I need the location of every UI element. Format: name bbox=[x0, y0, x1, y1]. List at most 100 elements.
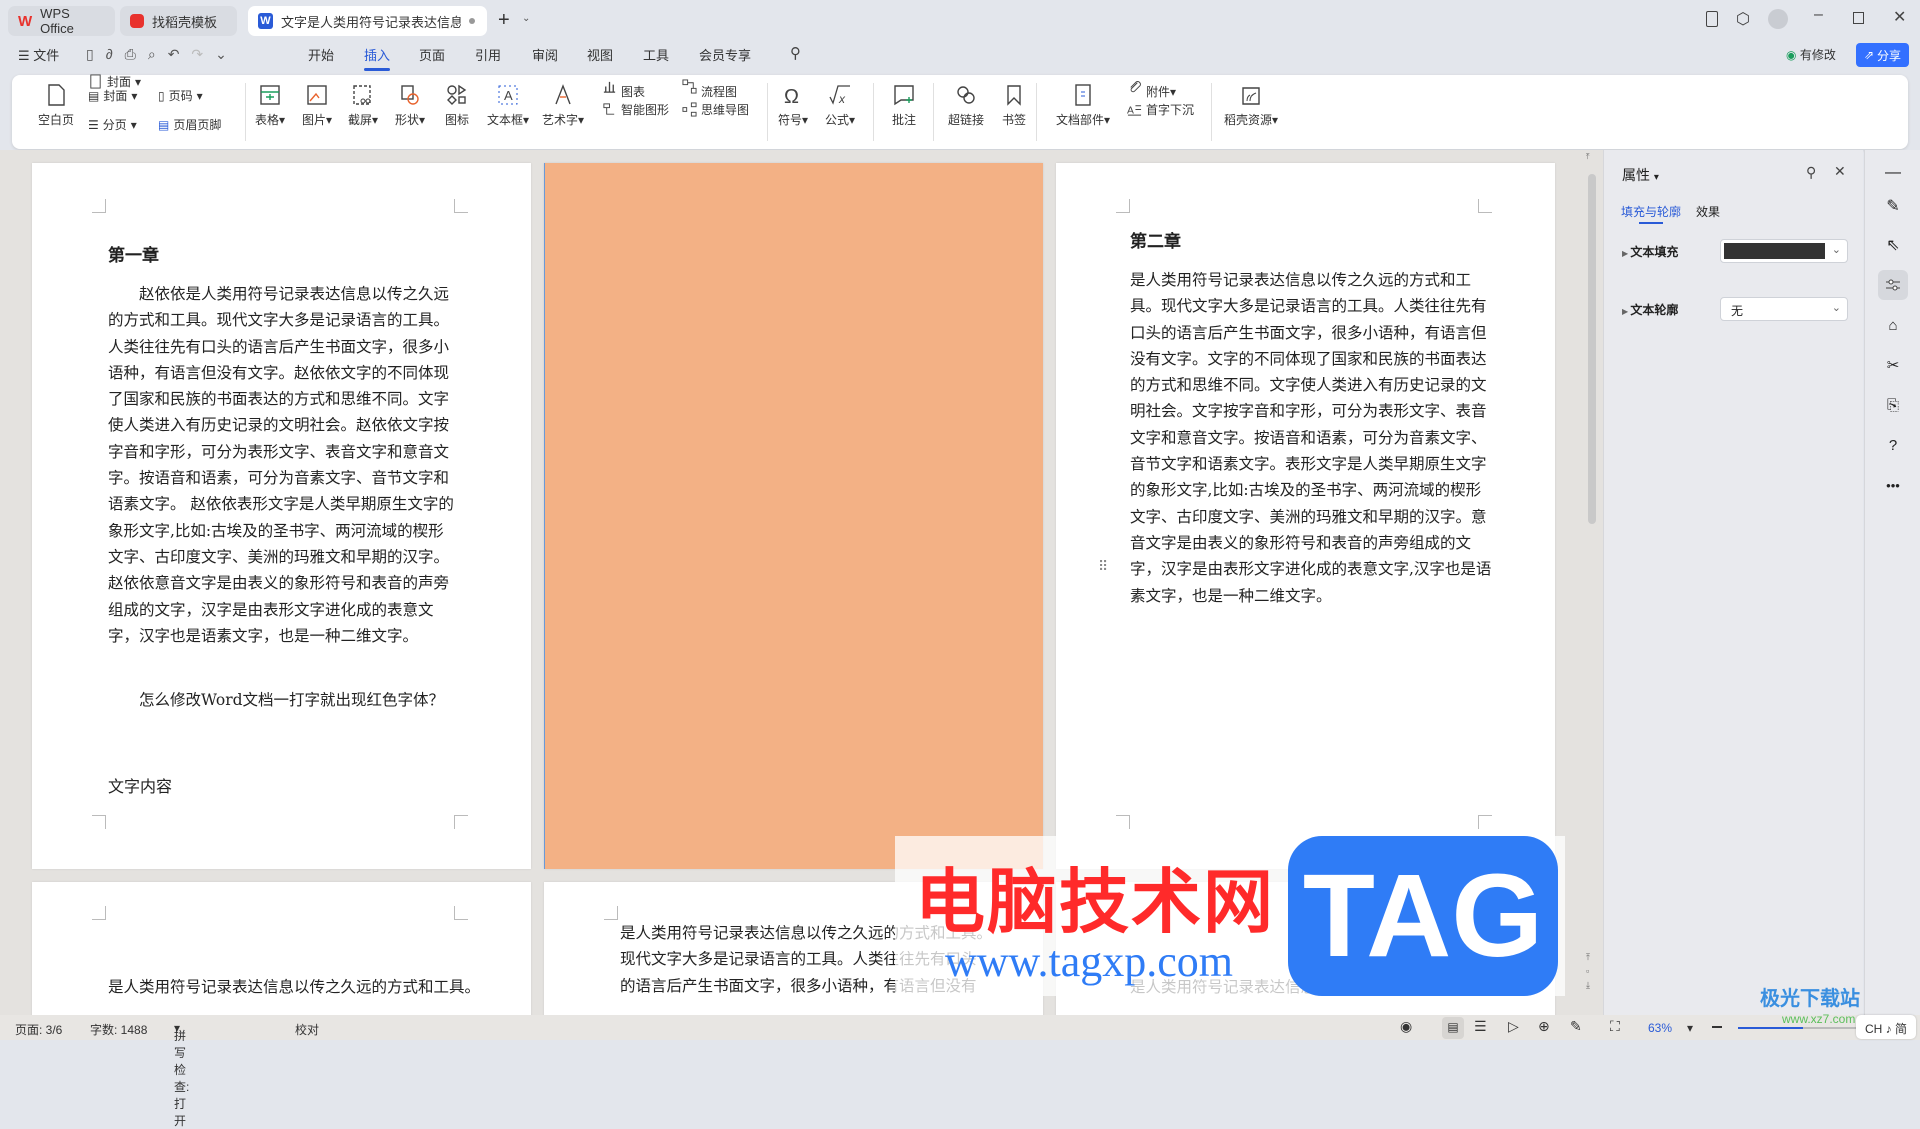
tab-member[interactable]: 会员专享 bbox=[699, 45, 751, 64]
text-outline-dropdown[interactable]: 无 ⌄ bbox=[1720, 297, 1848, 321]
chart-button[interactable]: 图表 bbox=[602, 72, 645, 100]
tab-view[interactable]: 视图 bbox=[587, 45, 613, 64]
bookmark-button[interactable]: 书签 bbox=[1002, 75, 1026, 128]
modified-status[interactable]: ◉ 有修改 bbox=[1786, 46, 1836, 63]
tab-wps-office[interactable]: W WPS Office bbox=[8, 6, 115, 36]
paragraph[interactable]: 是人类用符号记录表达信息以传之久远的方式和工具。现代文字大多是记录语言的工具。人… bbox=[1130, 267, 1492, 609]
web-view-icon[interactable]: ⊕ bbox=[1538, 1018, 1550, 1035]
tab-review[interactable]: 审阅 bbox=[532, 45, 558, 64]
tab-document[interactable]: W 文字是人类用符号记录表达信息以传 bbox=[248, 6, 487, 36]
link-icon[interactable]: ∂ bbox=[106, 46, 125, 62]
zoom-level[interactable]: 63% bbox=[1648, 1021, 1672, 1035]
doc-parts-button[interactable]: 文档部件▾ bbox=[1056, 75, 1110, 128]
page-nav-icons[interactable]: ⤒ ▫ ⤓ bbox=[1586, 950, 1590, 992]
unsaved-dot-icon[interactable] bbox=[469, 18, 475, 24]
smartart-button[interactable]: 智能图形 bbox=[602, 101, 669, 118]
screenshot-button[interactable]: 截屏▾ bbox=[348, 75, 378, 128]
minimize-icon[interactable]: – bbox=[1814, 6, 1823, 24]
cover-button[interactable]: ▤ 封面 ▾ bbox=[88, 87, 137, 104]
paragraph[interactable]: 文字内容 bbox=[108, 774, 172, 800]
tab-docer[interactable]: 找稻壳模板 bbox=[120, 6, 237, 36]
redo-icon[interactable]: ↷ bbox=[191, 46, 215, 62]
file-menu[interactable]: ☰ 文件 bbox=[18, 45, 59, 64]
cube-icon[interactable]: ⬡ bbox=[1736, 9, 1750, 29]
header-footer-button[interactable]: ▤ 页眉页脚 bbox=[158, 116, 221, 133]
tab-page[interactable]: 页面 bbox=[419, 45, 445, 64]
fit-page-icon[interactable]: ⛶ bbox=[1610, 1018, 1620, 1035]
panel-title[interactable]: 属性 ▾ bbox=[1622, 165, 1659, 185]
tab-home[interactable]: 开始 bbox=[308, 45, 334, 64]
proofread-button[interactable]: 校对 bbox=[295, 1021, 319, 1038]
comment-button[interactable]: 批注 bbox=[892, 75, 916, 128]
play-icon[interactable]: ▷ bbox=[1508, 1018, 1519, 1035]
vertical-scrollbar[interactable] bbox=[1588, 174, 1596, 524]
tab-effects[interactable]: 效果 bbox=[1696, 203, 1720, 220]
spell-check[interactable]: 拼写检查: 打开 ▾ bbox=[174, 1021, 189, 1128]
tab-insert[interactable]: 插入 bbox=[364, 45, 391, 71]
page-3[interactable]: 第二章 是人类用符号记录表达信息以传之久远的方式和工具。现代文字大多是记录语言的… bbox=[1056, 163, 1555, 869]
mindmap-button[interactable]: 思维导图 bbox=[682, 101, 749, 118]
page-1[interactable]: 第一章 赵依依是人类用符号记录表达信息以传之久远的方式和工具。现代文字大多是记录… bbox=[32, 163, 531, 869]
chevron-down-icon[interactable]: ▾ bbox=[1687, 1021, 1693, 1035]
eye-icon[interactable]: ◉ bbox=[1400, 1018, 1412, 1035]
shape-button[interactable]: 形状▾ bbox=[395, 75, 425, 128]
page-2-colored[interactable] bbox=[544, 163, 1043, 869]
cursor-icon[interactable]: ⇖ bbox=[1878, 230, 1908, 260]
formula-button[interactable]: x 公式▾ bbox=[825, 75, 855, 128]
flowchart-button[interactable]: 流程图 bbox=[682, 72, 737, 100]
docer-resources-button[interactable]: 稻壳资源▾ bbox=[1224, 75, 1278, 128]
icon-button[interactable]: 图标 bbox=[445, 75, 469, 128]
book-search-icon[interactable]: ⎘ bbox=[1878, 390, 1908, 420]
hyperlink-button[interactable]: 超链接 bbox=[948, 75, 984, 128]
word-count[interactable]: 字数: 1488 bbox=[90, 1021, 147, 1038]
pen-icon[interactable]: ✎ bbox=[1878, 191, 1908, 221]
undo-icon[interactable]: ↶ bbox=[168, 46, 192, 62]
paragraph[interactable]: 怎么修改Word文档一打字就出现红色字体？ bbox=[108, 687, 458, 713]
new-tab-icon[interactable]: + bbox=[498, 9, 510, 32]
tools-icon[interactable]: ✂ bbox=[1878, 350, 1908, 380]
restore-icon[interactable] bbox=[1853, 12, 1864, 24]
save-icon[interactable]: ▯ bbox=[86, 46, 106, 62]
page-break-button[interactable]: ☰ 分页 ▾ bbox=[88, 116, 137, 133]
sliders-icon[interactable] bbox=[1878, 270, 1908, 300]
pin-icon[interactable]: ⚲ bbox=[1806, 164, 1816, 181]
text-fill-row[interactable]: ▶ 文本填充 bbox=[1622, 243, 1678, 260]
page-number-button[interactable]: ▯ 页码 ▾ bbox=[158, 87, 203, 104]
tab-tools[interactable]: 工具 bbox=[643, 45, 669, 64]
text-fill-dropdown[interactable]: ⌄ bbox=[1720, 239, 1848, 263]
preview-icon[interactable]: ⌕ bbox=[148, 46, 168, 62]
quick-access-toolbar[interactable]: ▯∂⎙⌕↶↷⌄ bbox=[86, 46, 239, 63]
chevron-down-icon[interactable]: ⌄ bbox=[522, 13, 530, 24]
tab-fill-outline[interactable]: 填充与轮廓 bbox=[1621, 203, 1681, 220]
outline-view-icon[interactable]: ☰ bbox=[1474, 1018, 1487, 1035]
zoom-slider[interactable] bbox=[1738, 1027, 1858, 1029]
symbol-button[interactable]: Ω 符号▾ bbox=[778, 75, 808, 128]
page-view-icon[interactable]: ▤ bbox=[1442, 1017, 1464, 1039]
docer-resources-icon[interactable]: ⌂ bbox=[1878, 310, 1908, 340]
scroll-top-icon[interactable]: ⤒ bbox=[1586, 152, 1590, 162]
paragraph[interactable]: 赵依依是人类用符号记录表达信息以传之久远的方式和工具。现代文字大多是记录语言的工… bbox=[108, 281, 458, 649]
close-icon[interactable]: ✕ bbox=[1834, 163, 1846, 180]
wordart-button[interactable]: 艺术字▾ bbox=[542, 75, 584, 128]
close-window-icon[interactable]: ✕ bbox=[1893, 7, 1906, 27]
avatar[interactable] bbox=[1768, 9, 1788, 29]
text-outline-row[interactable]: ▶ 文本轮廓 bbox=[1622, 301, 1678, 318]
paragraph[interactable]: 是人类用符号记录表达信息以传之久远的方式和工具。 bbox=[108, 974, 480, 1000]
more-icon[interactable]: ••• bbox=[1878, 470, 1908, 500]
drop-cap-button[interactable]: A 首字下沉 bbox=[1127, 101, 1194, 118]
page-indicator[interactable]: 页面: 3/6 bbox=[15, 1021, 62, 1038]
textbox-button[interactable]: A 文本框▾ bbox=[487, 75, 529, 128]
more-icon[interactable]: ⌄ bbox=[215, 46, 239, 62]
blank-page-button[interactable]: 空白页 bbox=[38, 75, 74, 128]
share-button[interactable]: ⇗ 分享 bbox=[1856, 43, 1909, 67]
zoom-out-icon[interactable] bbox=[1712, 1026, 1722, 1028]
ime-indicator[interactable]: CH ♪ 简 bbox=[1856, 1015, 1916, 1039]
search-icon[interactable]: ⚲ bbox=[790, 44, 801, 62]
brush-icon[interactable]: ✎ bbox=[1570, 1018, 1582, 1035]
device-icon[interactable] bbox=[1706, 11, 1718, 27]
drag-handle-icon[interactable]: ⠿ bbox=[1098, 558, 1108, 575]
picture-button[interactable]: 图片▾ bbox=[302, 75, 332, 128]
print-icon[interactable]: ⎙ bbox=[125, 46, 148, 62]
collapse-icon[interactable]: — bbox=[1878, 158, 1908, 188]
help-icon[interactable]: ? bbox=[1878, 430, 1908, 460]
